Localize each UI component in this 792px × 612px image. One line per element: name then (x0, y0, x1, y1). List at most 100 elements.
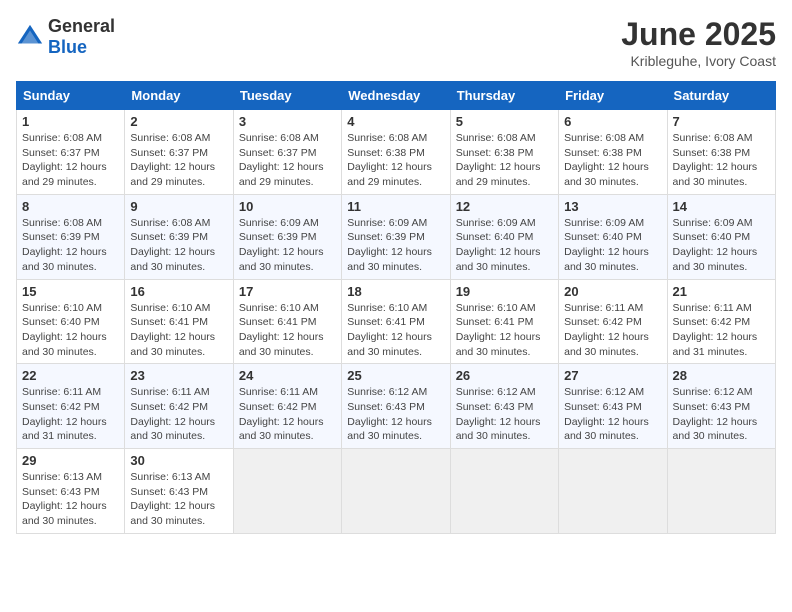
calendar-title: June 2025 (621, 16, 776, 53)
table-row: 7 Sunrise: 6:08 AM Sunset: 6:38 PM Dayli… (667, 110, 775, 195)
calendar-table: Sunday Monday Tuesday Wednesday Thursday… (16, 81, 776, 534)
day-info: Sunrise: 6:10 AM Sunset: 6:41 PM Dayligh… (456, 301, 553, 360)
table-row: 27 Sunrise: 6:12 AM Sunset: 6:43 PM Dayl… (559, 364, 667, 449)
day-info: Sunrise: 6:12 AM Sunset: 6:43 PM Dayligh… (456, 385, 553, 444)
day-info: Sunrise: 6:11 AM Sunset: 6:42 PM Dayligh… (22, 385, 119, 444)
table-row: 26 Sunrise: 6:12 AM Sunset: 6:43 PM Dayl… (450, 364, 558, 449)
day-number: 12 (456, 199, 553, 214)
day-number: 5 (456, 114, 553, 129)
table-row: 13 Sunrise: 6:09 AM Sunset: 6:40 PM Dayl… (559, 194, 667, 279)
day-info: Sunrise: 6:08 AM Sunset: 6:38 PM Dayligh… (347, 131, 444, 190)
table-row: 30 Sunrise: 6:13 AM Sunset: 6:43 PM Dayl… (125, 449, 233, 534)
day-number: 30 (130, 453, 227, 468)
day-info: Sunrise: 6:08 AM Sunset: 6:38 PM Dayligh… (564, 131, 661, 190)
table-row: 17 Sunrise: 6:10 AM Sunset: 6:41 PM Dayl… (233, 279, 341, 364)
day-number: 21 (673, 284, 770, 299)
col-header-wednesday: Wednesday (342, 82, 450, 110)
day-number: 4 (347, 114, 444, 129)
day-number: 24 (239, 368, 336, 383)
table-row: 22 Sunrise: 6:11 AM Sunset: 6:42 PM Dayl… (17, 364, 125, 449)
page-header: General Blue June 2025 Kribleguhe, Ivory… (16, 16, 776, 69)
col-header-thursday: Thursday (450, 82, 558, 110)
day-number: 14 (673, 199, 770, 214)
table-row (450, 449, 558, 534)
title-block: June 2025 Kribleguhe, Ivory Coast (621, 16, 776, 69)
table-row: 11 Sunrise: 6:09 AM Sunset: 6:39 PM Dayl… (342, 194, 450, 279)
table-row (559, 449, 667, 534)
day-info: Sunrise: 6:09 AM Sunset: 6:40 PM Dayligh… (564, 216, 661, 275)
day-info: Sunrise: 6:08 AM Sunset: 6:39 PM Dayligh… (22, 216, 119, 275)
logo-icon (16, 23, 44, 51)
day-info: Sunrise: 6:08 AM Sunset: 6:39 PM Dayligh… (130, 216, 227, 275)
col-header-saturday: Saturday (667, 82, 775, 110)
day-info: Sunrise: 6:11 AM Sunset: 6:42 PM Dayligh… (239, 385, 336, 444)
day-number: 15 (22, 284, 119, 299)
table-row: 10 Sunrise: 6:09 AM Sunset: 6:39 PM Dayl… (233, 194, 341, 279)
table-row: 18 Sunrise: 6:10 AM Sunset: 6:41 PM Dayl… (342, 279, 450, 364)
day-info: Sunrise: 6:10 AM Sunset: 6:40 PM Dayligh… (22, 301, 119, 360)
day-info: Sunrise: 6:09 AM Sunset: 6:40 PM Dayligh… (673, 216, 770, 275)
calendar-header-row: Sunday Monday Tuesday Wednesday Thursday… (17, 82, 776, 110)
day-info: Sunrise: 6:08 AM Sunset: 6:38 PM Dayligh… (673, 131, 770, 190)
day-number: 23 (130, 368, 227, 383)
day-info: Sunrise: 6:11 AM Sunset: 6:42 PM Dayligh… (673, 301, 770, 360)
day-info: Sunrise: 6:09 AM Sunset: 6:39 PM Dayligh… (347, 216, 444, 275)
day-number: 6 (564, 114, 661, 129)
table-row (342, 449, 450, 534)
day-number: 9 (130, 199, 227, 214)
col-header-monday: Monday (125, 82, 233, 110)
table-row: 5 Sunrise: 6:08 AM Sunset: 6:38 PM Dayli… (450, 110, 558, 195)
col-header-tuesday: Tuesday (233, 82, 341, 110)
table-row: 8 Sunrise: 6:08 AM Sunset: 6:39 PM Dayli… (17, 194, 125, 279)
day-number: 1 (22, 114, 119, 129)
table-row: 20 Sunrise: 6:11 AM Sunset: 6:42 PM Dayl… (559, 279, 667, 364)
day-number: 13 (564, 199, 661, 214)
day-info: Sunrise: 6:10 AM Sunset: 6:41 PM Dayligh… (239, 301, 336, 360)
day-number: 7 (673, 114, 770, 129)
logo-blue-text: Blue (48, 37, 87, 57)
col-header-friday: Friday (559, 82, 667, 110)
day-info: Sunrise: 6:11 AM Sunset: 6:42 PM Dayligh… (564, 301, 661, 360)
table-row: 1 Sunrise: 6:08 AM Sunset: 6:37 PM Dayli… (17, 110, 125, 195)
day-info: Sunrise: 6:10 AM Sunset: 6:41 PM Dayligh… (130, 301, 227, 360)
day-info: Sunrise: 6:13 AM Sunset: 6:43 PM Dayligh… (22, 470, 119, 529)
table-row: 29 Sunrise: 6:13 AM Sunset: 6:43 PM Dayl… (17, 449, 125, 534)
calendar-week-row: 15 Sunrise: 6:10 AM Sunset: 6:40 PM Dayl… (17, 279, 776, 364)
day-number: 3 (239, 114, 336, 129)
table-row: 12 Sunrise: 6:09 AM Sunset: 6:40 PM Dayl… (450, 194, 558, 279)
table-row: 24 Sunrise: 6:11 AM Sunset: 6:42 PM Dayl… (233, 364, 341, 449)
day-number: 25 (347, 368, 444, 383)
day-info: Sunrise: 6:11 AM Sunset: 6:42 PM Dayligh… (130, 385, 227, 444)
day-number: 17 (239, 284, 336, 299)
day-number: 18 (347, 284, 444, 299)
logo: General Blue (16, 16, 115, 58)
day-number: 2 (130, 114, 227, 129)
table-row: 15 Sunrise: 6:10 AM Sunset: 6:40 PM Dayl… (17, 279, 125, 364)
day-number: 16 (130, 284, 227, 299)
day-number: 28 (673, 368, 770, 383)
calendar-week-row: 22 Sunrise: 6:11 AM Sunset: 6:42 PM Dayl… (17, 364, 776, 449)
calendar-week-row: 1 Sunrise: 6:08 AM Sunset: 6:37 PM Dayli… (17, 110, 776, 195)
day-number: 8 (22, 199, 119, 214)
day-number: 22 (22, 368, 119, 383)
table-row: 28 Sunrise: 6:12 AM Sunset: 6:43 PM Dayl… (667, 364, 775, 449)
table-row: 3 Sunrise: 6:08 AM Sunset: 6:37 PM Dayli… (233, 110, 341, 195)
table-row: 9 Sunrise: 6:08 AM Sunset: 6:39 PM Dayli… (125, 194, 233, 279)
table-row: 2 Sunrise: 6:08 AM Sunset: 6:37 PM Dayli… (125, 110, 233, 195)
table-row (233, 449, 341, 534)
day-number: 29 (22, 453, 119, 468)
day-number: 26 (456, 368, 553, 383)
table-row: 23 Sunrise: 6:11 AM Sunset: 6:42 PM Dayl… (125, 364, 233, 449)
day-number: 19 (456, 284, 553, 299)
table-row (667, 449, 775, 534)
calendar-week-row: 8 Sunrise: 6:08 AM Sunset: 6:39 PM Dayli… (17, 194, 776, 279)
day-number: 27 (564, 368, 661, 383)
table-row: 21 Sunrise: 6:11 AM Sunset: 6:42 PM Dayl… (667, 279, 775, 364)
day-info: Sunrise: 6:08 AM Sunset: 6:38 PM Dayligh… (456, 131, 553, 190)
day-info: Sunrise: 6:08 AM Sunset: 6:37 PM Dayligh… (130, 131, 227, 190)
day-info: Sunrise: 6:13 AM Sunset: 6:43 PM Dayligh… (130, 470, 227, 529)
day-info: Sunrise: 6:08 AM Sunset: 6:37 PM Dayligh… (239, 131, 336, 190)
day-number: 20 (564, 284, 661, 299)
day-info: Sunrise: 6:12 AM Sunset: 6:43 PM Dayligh… (564, 385, 661, 444)
day-info: Sunrise: 6:12 AM Sunset: 6:43 PM Dayligh… (673, 385, 770, 444)
